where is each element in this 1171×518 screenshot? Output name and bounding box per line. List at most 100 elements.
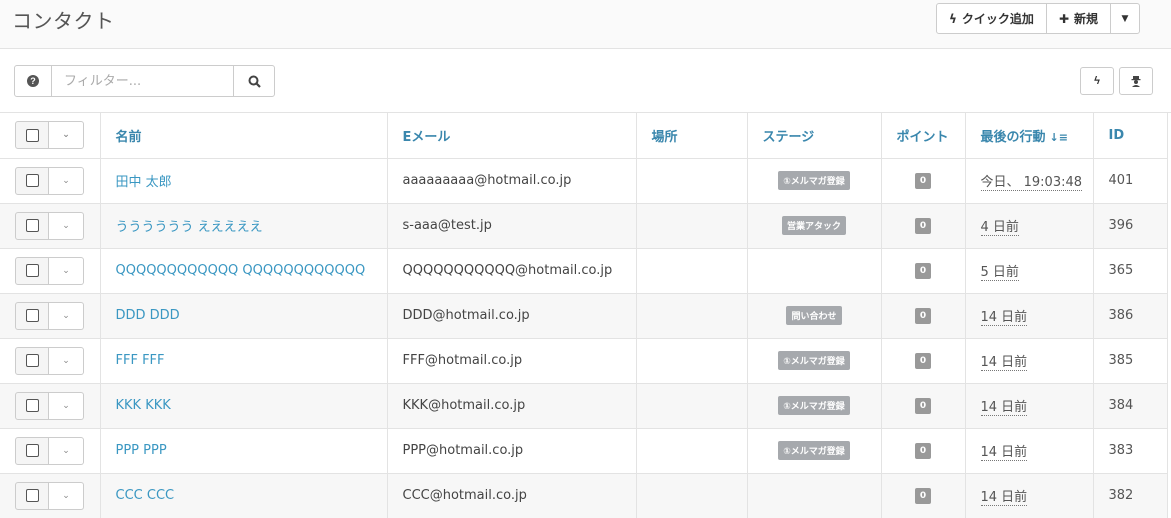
select-all-checkbox[interactable] (15, 121, 49, 150)
row-actions-dropdown[interactable]: ⌄ (49, 481, 84, 510)
column-location[interactable]: 場所 (636, 113, 748, 159)
points-cell: 0 (881, 248, 966, 294)
plus-icon: ✚ (1058, 11, 1069, 26)
chevron-down-icon: ⌄ (62, 400, 70, 411)
chevron-down-icon: ⌄ (62, 265, 70, 276)
points-badge: 0 (915, 172, 931, 189)
row-actions-dropdown[interactable]: ⌄ (49, 301, 84, 330)
last-active-value: 14 日前 (980, 490, 1028, 506)
row-select-cell: ⌄ (0, 428, 101, 474)
sort-desc-icon: ↓≡ (1049, 130, 1068, 144)
contact-name-link[interactable]: QQQQQQQQQQQQ QQQQQQQQQQQQ (116, 263, 366, 278)
new-options-button[interactable]: ▼ (1110, 3, 1141, 34)
row-checkbox[interactable] (15, 256, 49, 285)
location-cell (636, 473, 748, 518)
name-cell: QQQQQQQQQQQQ QQQQQQQQQQQQ (100, 248, 388, 294)
caret-down-icon: ▼ (1121, 13, 1129, 24)
name-cell: PPP PPP (100, 428, 388, 474)
row-checkbox[interactable] (15, 211, 49, 240)
row-actions-dropdown[interactable]: ⌄ (49, 391, 84, 420)
column-name[interactable]: 名前 (100, 113, 388, 159)
user-secret-icon (1131, 75, 1141, 87)
page-header: コンタクト ϟ クイック追加 ✚ 新規 ▼ (0, 0, 1171, 49)
quick-add-button[interactable]: ϟ クイック追加 (936, 3, 1047, 34)
contact-name-link[interactable]: CCC CCC (116, 488, 175, 503)
stage-badge: ①メルマガ登録 (778, 351, 850, 370)
name-cell: KKK KKK (100, 383, 388, 429)
new-button[interactable]: ✚ 新規 (1045, 3, 1112, 34)
contact-name-link[interactable]: うううううう えええええ (116, 220, 263, 235)
location-cell (636, 158, 748, 204)
name-cell: FFF FFF (100, 338, 388, 384)
chevron-down-icon: ⌄ (62, 175, 70, 186)
last-active-cell: 5 日前 (965, 248, 1094, 294)
contact-name-link[interactable]: 田中 太郎 (116, 175, 172, 190)
select-all-cell: ⌄ (0, 113, 101, 159)
last-active-value: 4 日前 (980, 220, 1019, 236)
new-label: 新規 (1074, 12, 1099, 26)
stage-badge: ①メルマガ登録 (778, 171, 850, 190)
contact-name-link[interactable]: DDD DDD (116, 308, 180, 323)
row-checkbox[interactable] (15, 391, 49, 420)
id-cell: 385 (1093, 338, 1168, 384)
last-active-cell: 今日、 19:03:48 (965, 158, 1094, 204)
right-tools: ϟ (1080, 67, 1153, 95)
search-button[interactable] (233, 65, 275, 97)
points-cell: 0 (881, 158, 966, 204)
last-active-cell: 14 日前 (965, 383, 1094, 429)
email-cell: aaaaaaaaa@hotmail.co.jp (387, 158, 637, 204)
name-cell: うううううう えええええ (100, 203, 388, 249)
column-points[interactable]: ポイント (881, 113, 966, 159)
row-checkbox[interactable] (15, 346, 49, 375)
name-cell: DDD DDD (100, 293, 388, 339)
table-row: ⌄ QQQQQQQQQQQQ QQQQQQQQQQQQ QQQQQQQQQQQ@ho… (0, 248, 1168, 294)
table-row: ⌄ KKK KKK KKK@hotmail.co.jp ①メルマガ登録 0 14 日前 38… (0, 383, 1168, 429)
points-badge: 0 (915, 487, 931, 504)
row-actions-dropdown[interactable]: ⌄ (49, 211, 84, 240)
row-checkbox[interactable] (15, 166, 49, 195)
column-email[interactable]: Eメール (387, 113, 637, 159)
points-badge: 0 (915, 307, 931, 324)
contact-name-link[interactable]: PPP PPP (116, 443, 167, 458)
bolt-icon: ϟ (1094, 75, 1100, 87)
column-stage[interactable]: ステージ (747, 113, 882, 159)
email-cell: KKK@hotmail.co.jp (387, 383, 637, 429)
id-cell: 365 (1093, 248, 1168, 294)
bulk-actions-dropdown[interactable]: ⌄ (49, 121, 84, 150)
table-row: ⌄ 田中 太郎 aaaaaaaaa@hotmail.co.jp ①メルマガ登録 0 今日、… (0, 158, 1168, 204)
filter-help-button[interactable]: ? (14, 65, 52, 97)
row-actions-dropdown[interactable]: ⌄ (49, 436, 84, 465)
points-cell: 0 (881, 473, 966, 518)
name-cell: CCC CCC (100, 473, 388, 518)
row-checkbox[interactable] (15, 481, 49, 510)
row-checkbox[interactable] (15, 301, 49, 330)
row-actions-dropdown[interactable]: ⌄ (49, 256, 84, 285)
chevron-down-icon: ⌄ (62, 310, 70, 321)
stage-cell (747, 473, 882, 518)
last-active-cell: 14 日前 (965, 428, 1094, 474)
row-select-cell: ⌄ (0, 158, 101, 204)
row-actions-dropdown[interactable]: ⌄ (49, 346, 84, 375)
row-checkbox[interactable] (15, 436, 49, 465)
row-actions-dropdown[interactable]: ⌄ (49, 166, 84, 195)
chevron-down-icon: ⌄ (62, 355, 70, 366)
filter-input[interactable] (51, 65, 234, 97)
anonymous-toggle-button[interactable] (1119, 67, 1153, 95)
points-cell: 0 (881, 338, 966, 384)
stage-cell: ①メルマガ登録 (747, 428, 882, 474)
last-active-value: 14 日前 (980, 310, 1028, 326)
last-active-value: 5 日前 (980, 265, 1019, 281)
column-last-active-label: 最後の行動 (980, 129, 1046, 145)
last-active-value: 今日、 19:03:48 (980, 175, 1083, 191)
column-id[interactable]: ID (1093, 113, 1168, 159)
column-last-active[interactable]: 最後の行動 ↓≡ (965, 113, 1094, 159)
contact-name-link[interactable]: KKK KKK (116, 398, 171, 413)
email-cell: CCC@hotmail.co.jp (387, 473, 637, 518)
id-cell: 401 (1093, 158, 1168, 204)
location-cell (636, 293, 748, 339)
quick-filter-button[interactable]: ϟ (1080, 67, 1114, 95)
email-cell: s-aaa@test.jp (387, 203, 637, 249)
last-active-value: 14 日前 (980, 400, 1028, 416)
stage-badge: 営業アタック (781, 216, 846, 235)
contact-name-link[interactable]: FFF FFF (116, 353, 165, 368)
